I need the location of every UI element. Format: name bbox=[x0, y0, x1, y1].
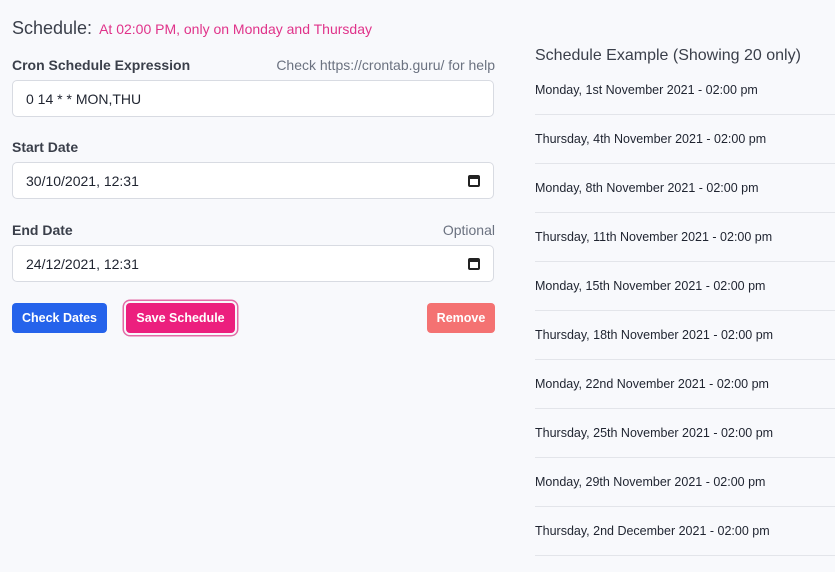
schedule-title: Schedule: At 02:00 PM, only on Monday an… bbox=[12, 18, 372, 39]
list-item: Thursday, 25th November 2021 - 02:00 pm bbox=[535, 409, 835, 458]
list-item: Monday, 15th November 2021 - 02:00 pm bbox=[535, 262, 835, 311]
list-item: Thursday, 11th November 2021 - 02:00 pm bbox=[535, 213, 835, 262]
calendar-icon[interactable] bbox=[468, 174, 480, 187]
schedule-description: At 02:00 PM, only on Monday and Thursday bbox=[99, 21, 372, 37]
end-date-input[interactable]: 24/12/2021, 12:31 bbox=[12, 245, 494, 282]
remove-button[interactable]: Remove bbox=[427, 303, 495, 333]
list-item: Thursday, 2nd December 2021 - 02:00 pm bbox=[535, 507, 835, 556]
list-item: Thursday, 18th November 2021 - 02:00 pm bbox=[535, 311, 835, 360]
list-item: Monday, 1st November 2021 - 02:00 pm bbox=[535, 66, 835, 115]
list-item: Thursday, 4th November 2021 - 02:00 pm bbox=[535, 115, 835, 164]
start-date-input[interactable]: 30/10/2021, 12:31 bbox=[12, 162, 494, 199]
cron-expression-input[interactable]: 0 14 * * MON,THU bbox=[12, 80, 494, 117]
start-date-label: Start Date bbox=[12, 139, 79, 155]
list-item: Monday, 22nd November 2021 - 02:00 pm bbox=[535, 360, 835, 409]
calendar-icon[interactable] bbox=[468, 257, 480, 270]
cron-help-hint: Check https://crontab.guru/ for help bbox=[276, 57, 495, 73]
end-date-label: End Date bbox=[12, 222, 73, 238]
cron-value: 0 14 * * MON,THU bbox=[26, 90, 142, 107]
schedule-example-list: Monday, 1st November 2021 - 02:00 pm Thu… bbox=[535, 66, 835, 556]
check-dates-button[interactable]: Check Dates bbox=[12, 303, 107, 333]
list-item: Monday, 8th November 2021 - 02:00 pm bbox=[535, 164, 835, 213]
schedule-example-title: Schedule Example (Showing 20 only) bbox=[535, 47, 801, 64]
end-date-value: 24/12/2021, 12:31 bbox=[26, 255, 139, 272]
cron-label: Cron Schedule Expression bbox=[12, 57, 191, 73]
schedule-label: Schedule: bbox=[12, 18, 93, 38]
list-item: Monday, 29th November 2021 - 02:00 pm bbox=[535, 458, 835, 507]
save-schedule-button[interactable]: Save Schedule bbox=[126, 303, 235, 333]
start-date-value: 30/10/2021, 12:31 bbox=[26, 172, 139, 189]
end-date-optional: Optional bbox=[442, 222, 495, 238]
